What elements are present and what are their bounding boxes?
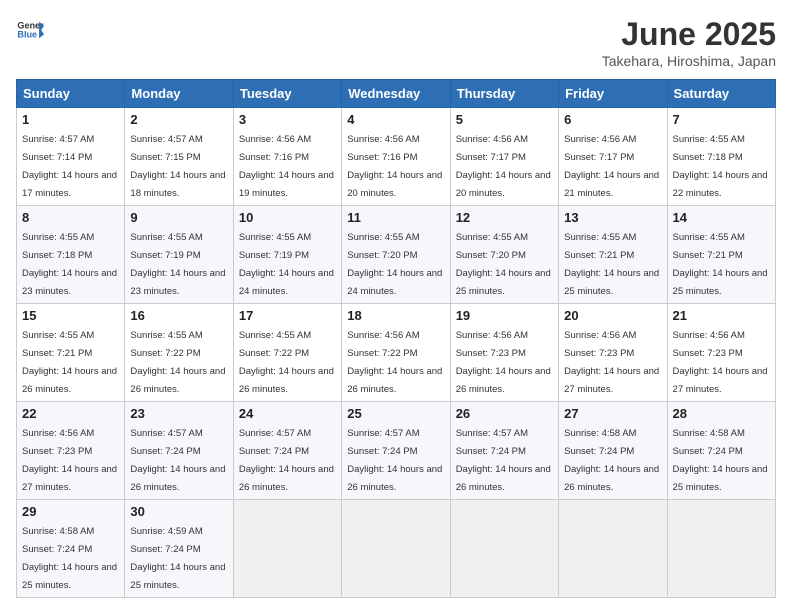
- calendar-cell-8: 8Sunrise: 4:55 AMSunset: 7:18 PMDaylight…: [17, 206, 125, 304]
- calendar-cell-13: 13Sunrise: 4:55 AMSunset: 7:21 PMDayligh…: [559, 206, 667, 304]
- calendar-cell-28: 28Sunrise: 4:58 AMSunset: 7:24 PMDayligh…: [667, 402, 775, 500]
- calendar-cell-12: 12Sunrise: 4:55 AMSunset: 7:20 PMDayligh…: [450, 206, 558, 304]
- calendar-cell-7: 7Sunrise: 4:55 AMSunset: 7:18 PMDaylight…: [667, 108, 775, 206]
- calendar-cell-21: 21Sunrise: 4:56 AMSunset: 7:23 PMDayligh…: [667, 304, 775, 402]
- calendar-cell-empty: [233, 500, 341, 598]
- calendar-cell-1: 1Sunrise: 4:57 AMSunset: 7:14 PMDaylight…: [17, 108, 125, 206]
- calendar-cell-18: 18Sunrise: 4:56 AMSunset: 7:22 PMDayligh…: [342, 304, 450, 402]
- calendar-cell-22: 22Sunrise: 4:56 AMSunset: 7:23 PMDayligh…: [17, 402, 125, 500]
- calendar-header-row: Sunday Monday Tuesday Wednesday Thursday…: [17, 80, 776, 108]
- calendar-cell-30: 30Sunrise: 4:59 AMSunset: 7:24 PMDayligh…: [125, 500, 233, 598]
- title-block: June 2025 Takehara, Hiroshima, Japan: [602, 16, 776, 69]
- calendar-cell-10: 10Sunrise: 4:55 AMSunset: 7:19 PMDayligh…: [233, 206, 341, 304]
- col-friday: Friday: [559, 80, 667, 108]
- col-tuesday: Tuesday: [233, 80, 341, 108]
- calendar-cell-empty: [342, 500, 450, 598]
- logo: General Blue: [16, 16, 44, 44]
- calendar-cell-empty: [559, 500, 667, 598]
- svg-text:Blue: Blue: [17, 30, 37, 40]
- calendar-cell-25: 25Sunrise: 4:57 AMSunset: 7:24 PMDayligh…: [342, 402, 450, 500]
- calendar-cell-6: 6Sunrise: 4:56 AMSunset: 7:17 PMDaylight…: [559, 108, 667, 206]
- calendar-cell-empty: [667, 500, 775, 598]
- calendar-cell-19: 19Sunrise: 4:56 AMSunset: 7:23 PMDayligh…: [450, 304, 558, 402]
- calendar-cell-14: 14Sunrise: 4:55 AMSunset: 7:21 PMDayligh…: [667, 206, 775, 304]
- col-saturday: Saturday: [667, 80, 775, 108]
- col-wednesday: Wednesday: [342, 80, 450, 108]
- calendar-cell-29: 29Sunrise: 4:58 AMSunset: 7:24 PMDayligh…: [17, 500, 125, 598]
- calendar-cell-empty: [450, 500, 558, 598]
- calendar-cell-23: 23Sunrise: 4:57 AMSunset: 7:24 PMDayligh…: [125, 402, 233, 500]
- calendar-cell-26: 26Sunrise: 4:57 AMSunset: 7:24 PMDayligh…: [450, 402, 558, 500]
- calendar-table: Sunday Monday Tuesday Wednesday Thursday…: [16, 79, 776, 598]
- calendar-cell-3: 3Sunrise: 4:56 AMSunset: 7:16 PMDaylight…: [233, 108, 341, 206]
- page-subtitle: Takehara, Hiroshima, Japan: [602, 53, 776, 69]
- calendar-cell-20: 20Sunrise: 4:56 AMSunset: 7:23 PMDayligh…: [559, 304, 667, 402]
- calendar-cell-4: 4Sunrise: 4:56 AMSunset: 7:16 PMDaylight…: [342, 108, 450, 206]
- col-monday: Monday: [125, 80, 233, 108]
- calendar-cell-17: 17Sunrise: 4:55 AMSunset: 7:22 PMDayligh…: [233, 304, 341, 402]
- col-thursday: Thursday: [450, 80, 558, 108]
- calendar-cell-27: 27Sunrise: 4:58 AMSunset: 7:24 PMDayligh…: [559, 402, 667, 500]
- page-title: June 2025: [602, 16, 776, 53]
- calendar-cell-5: 5Sunrise: 4:56 AMSunset: 7:17 PMDaylight…: [450, 108, 558, 206]
- calendar-cell-15: 15Sunrise: 4:55 AMSunset: 7:21 PMDayligh…: [17, 304, 125, 402]
- calendar-cell-16: 16Sunrise: 4:55 AMSunset: 7:22 PMDayligh…: [125, 304, 233, 402]
- calendar-cell-2: 2Sunrise: 4:57 AMSunset: 7:15 PMDaylight…: [125, 108, 233, 206]
- calendar-cell-9: 9Sunrise: 4:55 AMSunset: 7:19 PMDaylight…: [125, 206, 233, 304]
- page-header: General Blue June 2025 Takehara, Hiroshi…: [16, 16, 776, 69]
- logo-icon: General Blue: [16, 16, 44, 44]
- col-sunday: Sunday: [17, 80, 125, 108]
- calendar-cell-24: 24Sunrise: 4:57 AMSunset: 7:24 PMDayligh…: [233, 402, 341, 500]
- calendar-cell-11: 11Sunrise: 4:55 AMSunset: 7:20 PMDayligh…: [342, 206, 450, 304]
